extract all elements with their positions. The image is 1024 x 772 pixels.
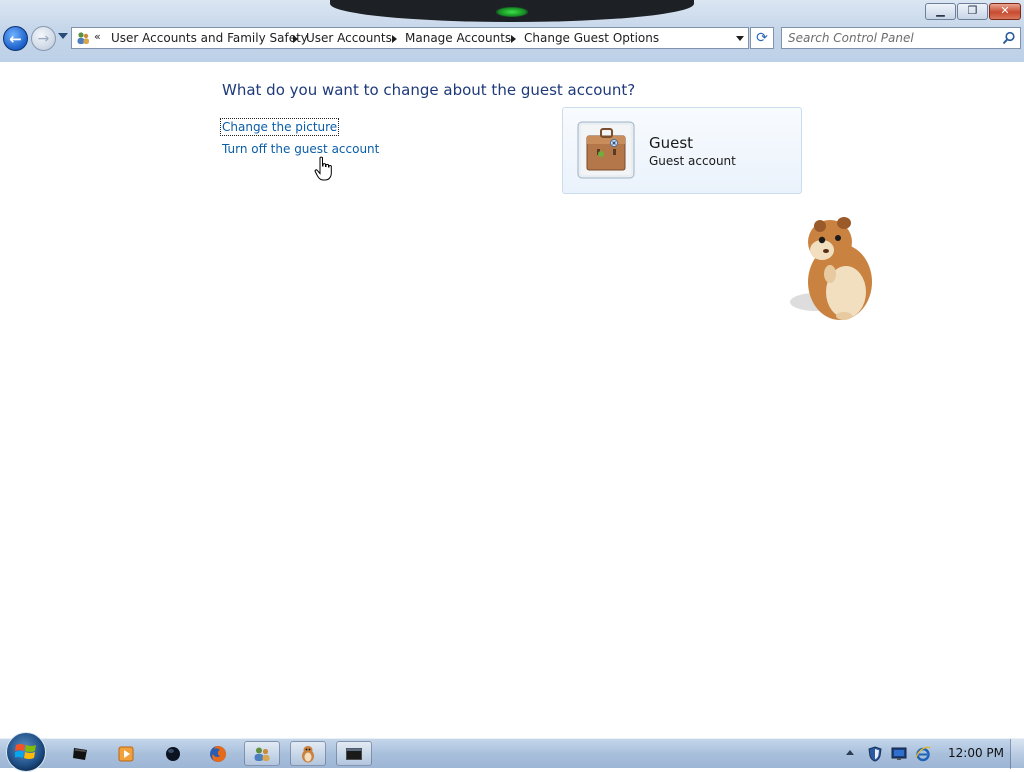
minimize-button[interactable]: ▁ xyxy=(925,3,956,20)
taskbar-user-accounts[interactable] xyxy=(244,741,280,766)
black-orb-icon xyxy=(166,746,180,761)
cmd-icon xyxy=(73,747,87,760)
breadcrumb-separator-icon[interactable] xyxy=(511,35,516,43)
breadcrumb-separator-icon[interactable] xyxy=(293,35,298,43)
breadcrumb-user-accounts-and-family-safety[interactable]: User Accounts and Family Safety xyxy=(111,31,308,45)
media-player-icon xyxy=(118,746,134,761)
taskbar-cmd[interactable] xyxy=(62,741,98,766)
guest-account-tile: Guest Guest account xyxy=(562,107,802,194)
briefcase-icon xyxy=(577,121,635,179)
hamster-icon xyxy=(302,745,314,762)
taskbar-hamster[interactable] xyxy=(290,741,326,766)
user-accounts-icon xyxy=(254,747,270,761)
breadcrumb-separator-icon[interactable] xyxy=(392,35,397,43)
security-shield-icon[interactable] xyxy=(867,746,883,762)
refresh-icon: ⟳ xyxy=(756,30,768,46)
forward-arrow-icon: → xyxy=(37,31,50,47)
breadcrumb-user-accounts[interactable]: User Accounts xyxy=(306,31,392,45)
search-icon[interactable] xyxy=(1002,31,1016,45)
back-arrow-icon: ← xyxy=(9,30,22,48)
taskbar: 12:00 PM xyxy=(0,732,1024,772)
forward-button[interactable]: → xyxy=(31,26,56,51)
show-desktop-button[interactable] xyxy=(1010,739,1024,769)
notch-glow-icon xyxy=(496,7,528,17)
taskbar-console-window[interactable] xyxy=(336,741,372,766)
start-button[interactable] xyxy=(6,732,46,772)
recent-pages-dropdown-icon[interactable] xyxy=(58,33,68,39)
show-hidden-icons-icon[interactable] xyxy=(846,750,854,755)
taskbar-media-player[interactable] xyxy=(108,741,144,766)
address-dropdown-icon[interactable] xyxy=(736,36,744,41)
taskbar-firefox[interactable] xyxy=(200,741,236,766)
change-picture-link[interactable]: Change the picture xyxy=(219,118,340,136)
close-button[interactable]: ✕ xyxy=(989,3,1021,20)
ie-icon[interactable] xyxy=(915,746,931,762)
explorer-toolbar: ▁ ❐ ✕ ← → « User Accounts and Family Saf… xyxy=(0,0,1024,62)
hand-cursor-icon xyxy=(314,156,332,181)
refresh-button[interactable]: ⟳ xyxy=(750,27,774,49)
account-name: Guest xyxy=(649,134,694,152)
user-accounts-icon xyxy=(77,32,89,44)
maximize-button[interactable]: ❐ xyxy=(957,3,988,20)
taskbar-black-orb[interactable] xyxy=(155,741,191,766)
search-box[interactable] xyxy=(781,27,1021,49)
back-button[interactable]: ← xyxy=(3,26,28,51)
address-bar[interactable]: « User Accounts and Family Safety User A… xyxy=(71,27,749,49)
breadcrumb-change-guest-options[interactable]: Change Guest Options xyxy=(524,31,659,45)
turn-off-guest-account-link[interactable]: Turn off the guest account xyxy=(222,142,379,156)
search-input[interactable] xyxy=(788,31,988,45)
network-icon[interactable] xyxy=(891,746,907,762)
taskbar-clock[interactable]: 12:00 PM xyxy=(948,746,1004,760)
firefox-icon xyxy=(210,745,226,762)
hamster-icon xyxy=(790,217,872,320)
windows-logo-icon xyxy=(15,744,36,759)
page-title: What do you want to change about the gue… xyxy=(222,81,636,99)
console-window-icon xyxy=(346,747,362,760)
breadcrumb-overflow-button[interactable]: « xyxy=(94,30,101,43)
breadcrumb-manage-accounts[interactable]: Manage Accounts xyxy=(405,31,511,45)
account-type: Guest account xyxy=(649,154,736,168)
